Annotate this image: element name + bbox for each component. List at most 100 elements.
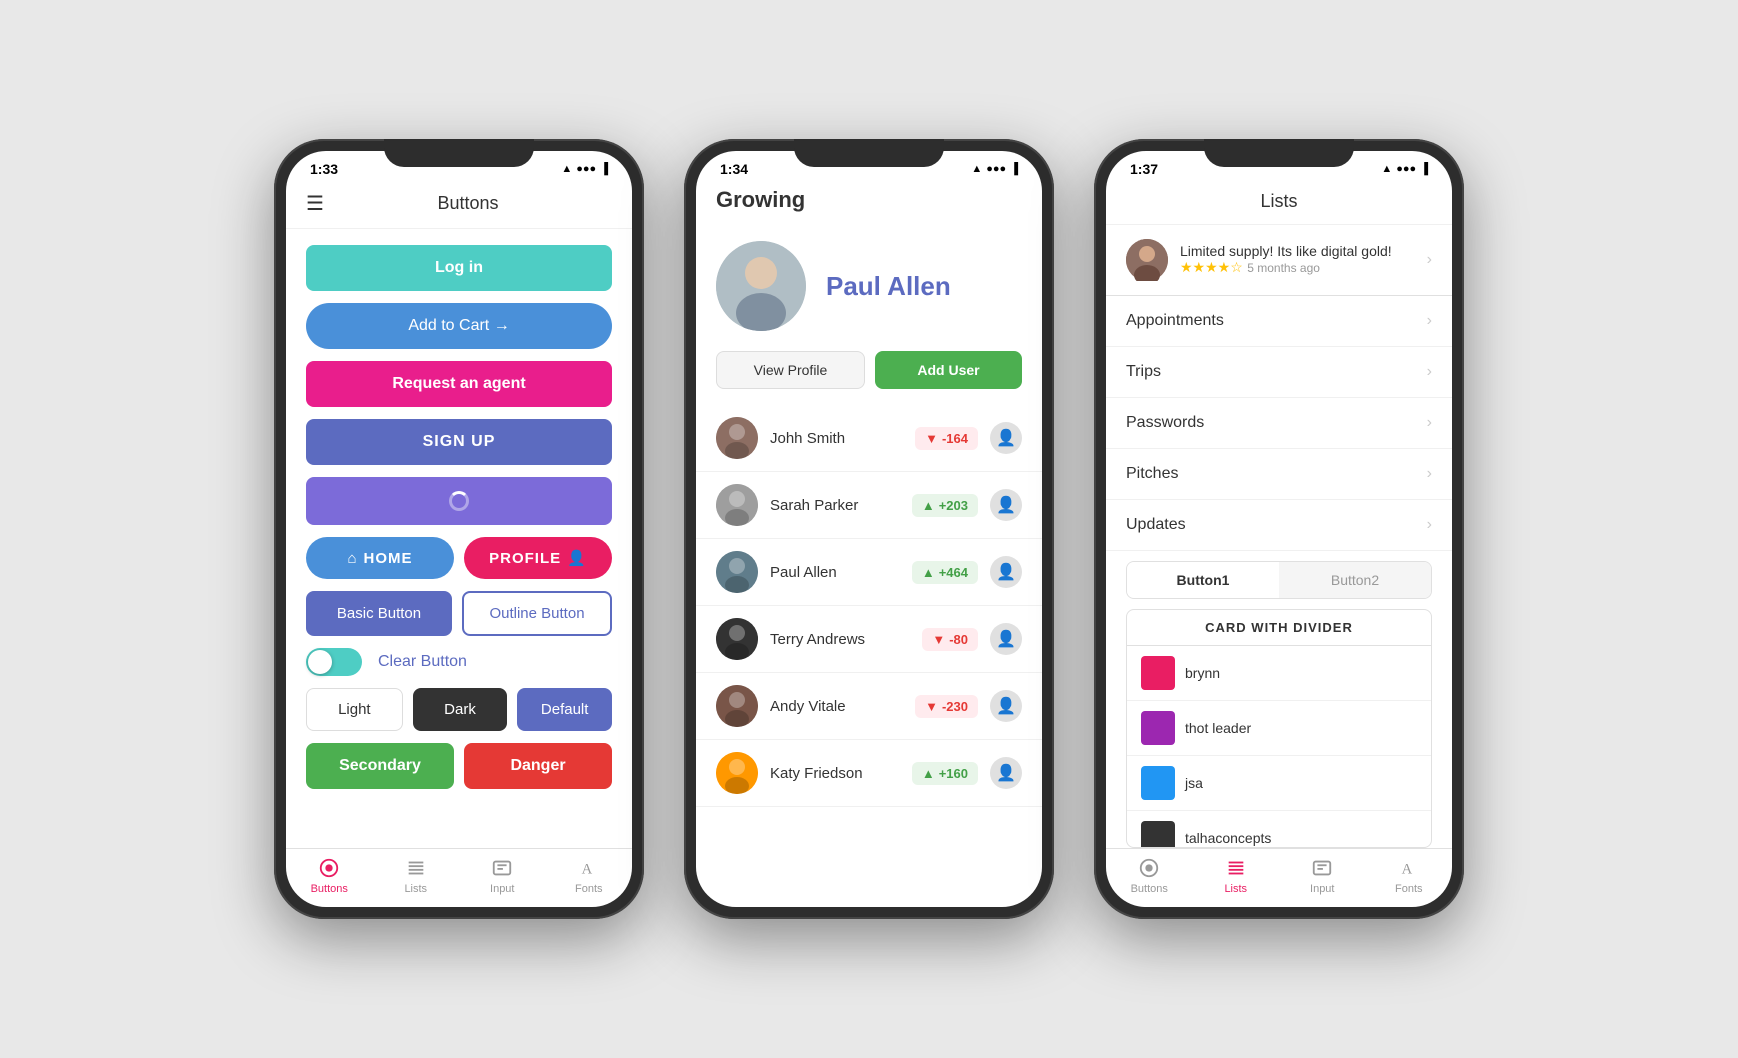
user-row[interactable]: Katy Friedson ▲ +160 👤: [696, 740, 1042, 807]
score-badge: ▼ -80: [922, 628, 978, 651]
nav3-fonts[interactable]: A Fonts: [1366, 857, 1453, 895]
review-time: 5 months ago: [1247, 261, 1320, 275]
tab-buttons: Button1 Button2: [1126, 561, 1432, 599]
time-2: 1:34: [720, 161, 748, 177]
user-action-icon[interactable]: 👤: [990, 556, 1022, 588]
nav-fonts[interactable]: A Fonts: [546, 857, 633, 895]
status-icons-2: ▲ ●●● ▐: [971, 163, 1018, 175]
light-button[interactable]: Light: [306, 688, 403, 731]
user-row[interactable]: Terry Andrews ▼ -80 👤: [696, 606, 1042, 673]
nav3-fonts-label: Fonts: [1395, 883, 1423, 895]
user-name: Johh Smith: [770, 430, 903, 447]
user-action-icon[interactable]: 👤: [990, 757, 1022, 789]
basic-button[interactable]: Basic Button: [306, 591, 452, 636]
card-divider: CARD WITH DIVIDER brynn thot leader jsa …: [1126, 609, 1432, 848]
lists3-nav-icon: [1225, 857, 1247, 879]
list-chevron: ›: [1427, 414, 1432, 432]
bottom-nav-3: Buttons Lists Input: [1106, 848, 1452, 907]
danger-button[interactable]: Danger: [464, 743, 612, 789]
user-action-icon[interactable]: 👤: [990, 489, 1022, 521]
nav-buttons[interactable]: Buttons: [286, 857, 373, 895]
list-item-label: Appointments: [1126, 312, 1224, 330]
buttons-nav-icon: [318, 857, 340, 879]
user-name: Terry Andrews: [770, 631, 910, 648]
list-item[interactable]: Trips ›: [1106, 347, 1452, 398]
list-item[interactable]: Appointments ›: [1106, 296, 1452, 347]
time-3: 1:37: [1130, 161, 1158, 177]
view-profile-button[interactable]: View Profile: [716, 351, 865, 389]
notch-3: [1204, 139, 1354, 167]
user-avatar: [716, 618, 758, 660]
nav3-lists-label: Lists: [1224, 883, 1247, 895]
review-text: Limited supply! Its like digital gold!: [1180, 243, 1415, 259]
user-action-icon[interactable]: 👤: [990, 690, 1022, 722]
card-user-row[interactable]: talhaconcepts: [1127, 811, 1431, 848]
nav-input[interactable]: Input: [459, 857, 546, 895]
list-item-label: Updates: [1126, 516, 1186, 534]
profile-name: Paul Allen: [826, 271, 951, 302]
toggle-switch[interactable]: [306, 648, 362, 676]
add-to-cart-button[interactable]: Add to Cart →: [306, 303, 612, 349]
card-user-row[interactable]: jsa: [1127, 756, 1431, 811]
nav3-buttons[interactable]: Buttons: [1106, 857, 1193, 895]
signal-icon: ●●●: [576, 163, 596, 175]
tab-button1[interactable]: Button1: [1127, 562, 1279, 598]
add-user-button[interactable]: Add User: [875, 351, 1022, 389]
nav3-input[interactable]: Input: [1279, 857, 1366, 895]
svg-text:A: A: [581, 862, 592, 878]
phone-1-screen: 1:33 ▲ ●●● ▐ ☰ Buttons Log in Add to Car…: [286, 151, 632, 907]
status-icons-3: ▲ ●●● ▐: [1381, 163, 1428, 175]
user-avatar: [716, 752, 758, 794]
home-button[interactable]: ⌂ HOME: [306, 537, 454, 579]
outline-button[interactable]: Outline Button: [462, 591, 612, 636]
card-user-avatar: [1141, 656, 1175, 690]
card-user-avatar: [1141, 711, 1175, 745]
list-item[interactable]: Pitches ›: [1106, 449, 1452, 500]
nav-lists[interactable]: Lists: [373, 857, 460, 895]
nav3-input-label: Input: [1310, 883, 1334, 895]
battery-icon: ▐: [600, 163, 608, 175]
clear-button[interactable]: Clear Button: [378, 653, 467, 671]
tab-button2[interactable]: Button2: [1279, 562, 1431, 598]
user-row[interactable]: Sarah Parker ▲ +203 👤: [696, 472, 1042, 539]
score-badge: ▲ +464: [912, 561, 978, 584]
user-row[interactable]: Paul Allen ▲ +464 👤: [696, 539, 1042, 606]
fonts-nav-icon: A: [578, 857, 600, 879]
status-icons-1: ▲ ●●● ▐: [561, 163, 608, 175]
review-stars: ★★★★☆: [1180, 259, 1243, 275]
secondary-button[interactable]: Secondary: [306, 743, 454, 789]
list-item[interactable]: Passwords ›: [1106, 398, 1452, 449]
user-name: Katy Friedson: [770, 765, 900, 782]
user-avatar: [716, 551, 758, 593]
dark-button[interactable]: Dark: [413, 688, 508, 731]
loading-button[interactable]: [306, 477, 612, 525]
login-button[interactable]: Log in: [306, 245, 612, 291]
phone3-header: Lists: [1106, 183, 1452, 225]
app-name: Growing: [716, 187, 1022, 213]
default-button[interactable]: Default: [517, 688, 612, 731]
request-agent-button[interactable]: Request an agent: [306, 361, 612, 407]
user-row[interactable]: Johh Smith ▼ -164 👤: [696, 405, 1042, 472]
user-name: Sarah Parker: [770, 497, 900, 514]
review-card[interactable]: Limited supply! Its like digital gold! ★…: [1106, 225, 1452, 296]
user-action-icon[interactable]: 👤: [990, 623, 1022, 655]
review-chevron: ›: [1427, 251, 1432, 269]
nav3-lists[interactable]: Lists: [1193, 857, 1280, 895]
phone-buttons: 1:33 ▲ ●●● ▐ ☰ Buttons Log in Add to Car…: [274, 139, 644, 919]
lists-nav-icon: [405, 857, 427, 879]
lists-title: Lists: [1260, 191, 1297, 211]
profile-avatar-img: [716, 241, 806, 331]
profile-button[interactable]: PROFILE 👤: [464, 537, 612, 579]
user-action-icon[interactable]: 👤: [990, 422, 1022, 454]
phone-lists: 1:37 ▲ ●●● ▐ Lists: [1094, 139, 1464, 919]
list-item[interactable]: Updates ›: [1106, 500, 1452, 551]
user-row[interactable]: Andy Vitale ▼ -230 👤: [696, 673, 1042, 740]
hamburger-icon[interactable]: ☰: [306, 191, 324, 216]
home-icon: ⌂: [347, 550, 357, 567]
card-user-row[interactable]: brynn: [1127, 646, 1431, 701]
light-dark-default-row: Light Dark Default: [306, 688, 612, 731]
nav-buttons-label: Buttons: [311, 883, 348, 895]
card-user-row[interactable]: thot leader: [1127, 701, 1431, 756]
signup-button[interactable]: SIGN UP: [306, 419, 612, 465]
input-nav-icon: [491, 857, 513, 879]
